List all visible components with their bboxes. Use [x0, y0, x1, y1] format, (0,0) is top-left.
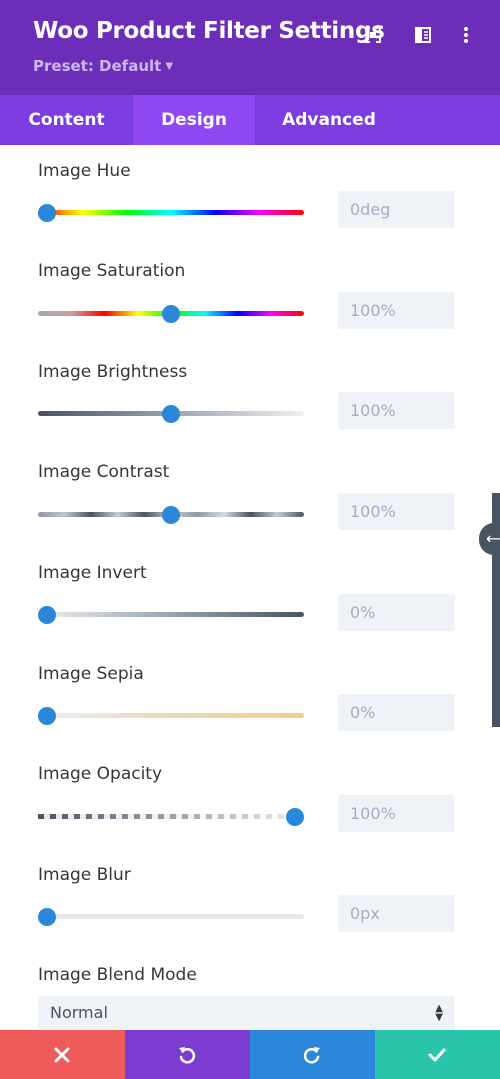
image-blur-slider-handle[interactable] [38, 907, 56, 926]
blend-mode-value: Normal [50, 1003, 108, 1022]
image-sepia-slider[interactable] [38, 713, 304, 718]
opacity-fade-overlay [38, 814, 304, 819]
image-sepia-label: Image Sepia [38, 664, 144, 684]
undo-button[interactable] [125, 1030, 250, 1079]
image-invert-label: Image Invert [38, 563, 147, 583]
image-opacity-label: Image Opacity [38, 764, 163, 784]
redo-icon [303, 1047, 320, 1064]
image-brightness-input[interactable]: 100% [338, 392, 455, 429]
image-saturation-slider-handle[interactable] [162, 304, 180, 323]
preset-label: Preset: Default [33, 57, 162, 75]
caret-down-icon: ▼ [165, 61, 174, 72]
tab-design[interactable]: Design [133, 95, 255, 145]
settings-header: Woo Product Filter Settings Preset: Defa… [0, 0, 500, 95]
tab-advanced[interactable]: Advanced [255, 95, 403, 145]
tab-content[interactable]: Content [0, 95, 133, 145]
save-button[interactable] [375, 1030, 500, 1079]
image-brightness-label: Image Brightness [38, 362, 188, 382]
tab-bar: Content Design Advanced [0, 95, 500, 145]
settings-panel: Image Hue 0deg Image Saturation 100% Ima… [0, 145, 500, 1030]
image-invert-input[interactable]: 0% [338, 594, 455, 631]
focus-icon[interactable] [364, 26, 382, 44]
undo-icon [179, 1047, 196, 1064]
image-hue-input[interactable]: 0deg [338, 191, 455, 228]
image-contrast-label: Image Contrast [38, 462, 170, 482]
image-contrast-slider-handle[interactable] [162, 505, 180, 524]
image-invert-slider[interactable] [38, 612, 304, 617]
image-blur-slider[interactable] [38, 914, 304, 919]
image-hue-label: Image Hue [38, 161, 131, 181]
image-invert-slider-handle[interactable] [38, 605, 56, 624]
resize-arrow-icon[interactable]: ⟷ [479, 523, 500, 555]
image-sepia-input[interactable]: 0% [338, 694, 455, 731]
redo-button[interactable] [250, 1030, 375, 1079]
image-hue-slider-handle[interactable] [38, 203, 56, 222]
image-hue-slider[interactable] [38, 210, 304, 215]
preset-dropdown[interactable]: Preset: Default ▼ [33, 57, 173, 75]
image-contrast-input[interactable]: 100% [338, 493, 455, 530]
image-blur-input[interactable]: 0px [338, 895, 455, 932]
image-opacity-input[interactable]: 100% [338, 795, 455, 832]
footer-actions [0, 1030, 500, 1079]
modal-title: Woo Product Filter Settings [33, 18, 385, 44]
check-icon [428, 1048, 446, 1062]
image-opacity-slider[interactable] [38, 814, 304, 819]
select-arrows-icon: ▲ ▼ [435, 1003, 443, 1023]
image-sepia-slider-handle[interactable] [38, 706, 56, 725]
image-saturation-label: Image Saturation [38, 261, 186, 281]
image-opacity-slider-handle[interactable] [286, 807, 304, 826]
more-vertical-icon[interactable] [457, 26, 475, 44]
image-saturation-input[interactable]: 100% [338, 292, 455, 329]
close-icon [54, 1047, 70, 1063]
image-blur-label: Image Blur [38, 865, 131, 885]
image-brightness-slider-handle[interactable] [162, 404, 180, 423]
discard-button[interactable] [0, 1030, 125, 1079]
blend-mode-select[interactable]: Normal ▲ ▼ [38, 996, 455, 1030]
sidebar-toggle-icon[interactable] [414, 26, 432, 44]
image-blend-mode-label: Image Blend Mode [38, 965, 197, 985]
